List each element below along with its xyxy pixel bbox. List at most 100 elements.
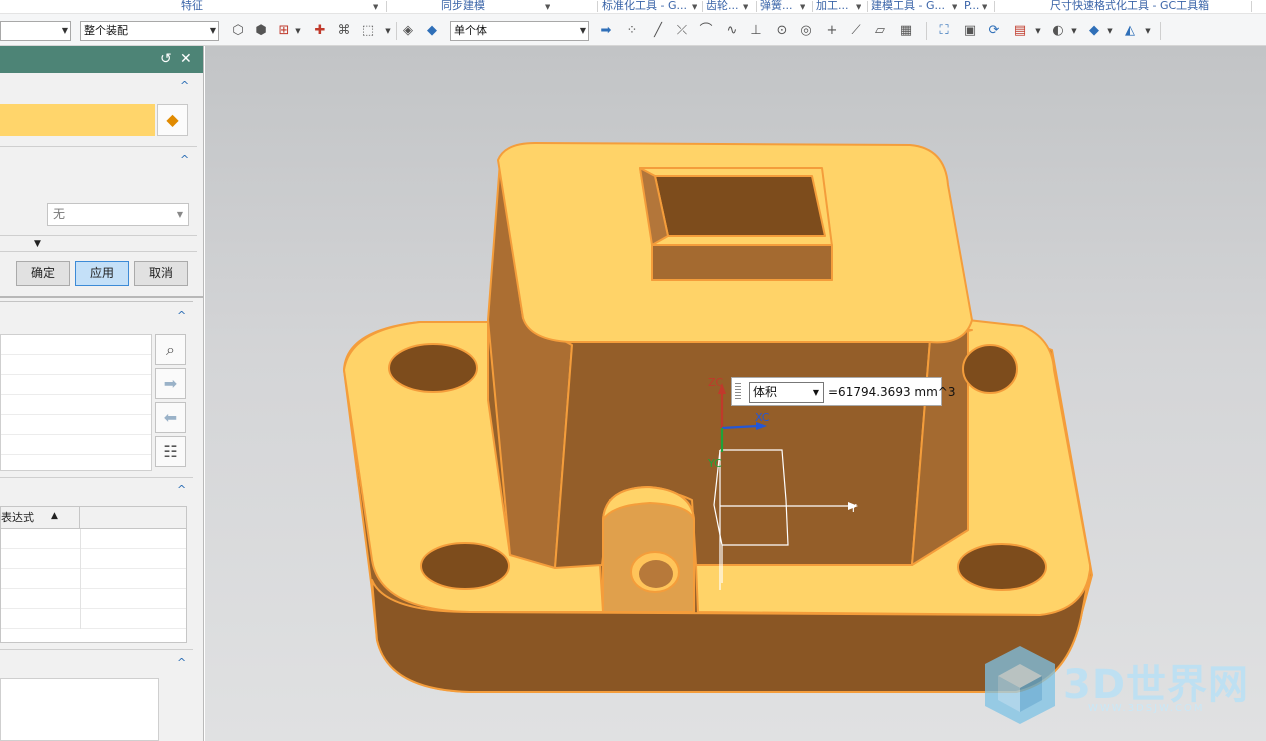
shading-icon[interactable]: ◐ xyxy=(1050,23,1066,39)
ribbon-group-sync-dropdown[interactable]: ▼ xyxy=(545,0,550,14)
list-item[interactable] xyxy=(1,335,151,355)
apply-button[interactable]: 应用 xyxy=(75,261,129,286)
circle-center-icon[interactable]: ⊙ xyxy=(774,23,790,39)
selection-scope-combo[interactable]: 整个装配 ▼ xyxy=(80,21,219,41)
arrow-right-icon[interactable]: ➡ xyxy=(598,23,614,39)
zc-axis-label: ZC xyxy=(708,376,724,389)
arrow-right-icon[interactable]: ➡ xyxy=(155,368,186,399)
select-feature-icon[interactable]: ⊞ xyxy=(276,23,292,39)
pocket-inner-front xyxy=(651,244,833,281)
object-list[interactable] xyxy=(0,334,152,471)
body-type-combo[interactable]: 单个体 ▼ xyxy=(450,21,589,41)
annotation-select[interactable]: 无 ▼ xyxy=(47,203,189,226)
ribbon-group-dimension-tools[interactable]: 尺寸快速格式化工具 - GC工具箱 xyxy=(1050,0,1209,14)
selection-toolbar: ▼ 整个装配 ▼ ⬡ ⬢ ⊞ ▼ ✚ ⌘ ⬚ ▼ ◈ ◆ 单个体 ▼ ➡ ⁘ ╱ ⤫… xyxy=(0,14,1266,46)
circle-point-icon[interactable]: ◎ xyxy=(798,23,814,39)
sort-ascending-icon[interactable]: ▲ xyxy=(51,511,58,521)
dialog-title-bar: ↺ ✕ xyxy=(0,46,203,73)
line-icon[interactable]: ╱ xyxy=(650,23,666,39)
zoom-window-icon[interactable]: ▣ xyxy=(962,23,978,39)
select-body-icon[interactable]: ◆ xyxy=(157,104,188,136)
select-point-icon[interactable]: ✚ xyxy=(312,23,328,39)
layout-icon[interactable]: ▤ xyxy=(1012,23,1028,39)
cube-view-icon[interactable]: ◆ xyxy=(1086,23,1102,39)
grid-icon[interactable]: ▦ xyxy=(898,23,914,39)
solid-box-icon[interactable]: ◆ xyxy=(424,23,440,39)
reset-icon[interactable]: ↺ xyxy=(160,51,172,67)
ribbon-group-spring[interactable]: 弹簧... xyxy=(760,0,796,14)
table-row[interactable] xyxy=(1,529,186,549)
type-filter-combo[interactable]: ▼ xyxy=(0,21,71,41)
watermark-text: 3D世界网 xyxy=(1063,662,1250,708)
list-item[interactable] xyxy=(1,395,151,415)
layout-dropdown[interactable]: ▼ xyxy=(1034,23,1042,39)
display-dropdown[interactable]: ▼ xyxy=(1144,23,1152,39)
scatter-points-icon[interactable]: ⁘ xyxy=(624,23,640,39)
ok-button[interactable]: 确定 xyxy=(16,261,70,286)
table-header: 表达式 ▲ xyxy=(1,507,186,529)
plus-icon[interactable]: + xyxy=(824,23,840,39)
select-feature-dropdown[interactable]: ▼ xyxy=(294,23,302,39)
ribbon-group-modeling-tools[interactable]: 建模工具 - G... xyxy=(871,0,949,14)
ribbon-group-p-dropdown[interactable]: ▼ xyxy=(982,0,987,14)
collapse-section-settings-icon[interactable]: ^ xyxy=(180,153,189,166)
arrow-left-icon[interactable]: ⬅ xyxy=(155,402,186,433)
table-row[interactable] xyxy=(1,589,186,609)
table-row[interactable] xyxy=(1,609,186,629)
rectangle-select-icon[interactable]: ⬚ xyxy=(360,23,376,39)
cube-view-dropdown[interactable]: ▼ xyxy=(1106,23,1114,39)
ribbon-group-spring-dropdown[interactable]: ▼ xyxy=(800,0,805,14)
collapse-section-expression-icon[interactable]: ^ xyxy=(177,483,186,496)
drag-handle[interactable] xyxy=(735,383,741,401)
snap-face-icon[interactable]: ⬢ xyxy=(253,23,269,39)
wireframe-box-icon[interactable]: ◈ xyxy=(400,23,416,39)
details-box[interactable] xyxy=(0,678,159,741)
close-icon[interactable]: ✕ xyxy=(180,51,192,67)
ribbon-group-gear-dropdown[interactable]: ▼ xyxy=(743,0,748,14)
yc-axis-label: YC xyxy=(707,457,722,470)
measure-type-select[interactable]: 体积 ▼ xyxy=(749,382,824,403)
display-icon[interactable]: ◭ xyxy=(1122,23,1138,39)
ribbon-group-p[interactable]: P... xyxy=(964,0,980,14)
face-icon[interactable]: ▱ xyxy=(872,23,888,39)
more-options-icon[interactable]: ▼ xyxy=(34,239,41,249)
fit-view-icon[interactable]: ⛶ xyxy=(936,23,952,39)
shading-dropdown[interactable]: ▼ xyxy=(1070,23,1078,39)
list-options-icon[interactable]: ☷ xyxy=(155,436,186,467)
ribbon-group-modeling-dropdown[interactable]: ▼ xyxy=(952,0,957,14)
ribbon-group-features-dropdown[interactable]: ▼ xyxy=(373,0,378,14)
ribbon-group-gear[interactable]: 齿轮... xyxy=(706,0,740,14)
list-item[interactable] xyxy=(1,415,151,435)
list-item[interactable] xyxy=(1,435,151,455)
collapse-section-list-icon[interactable]: ^ xyxy=(177,309,186,322)
ribbon-group-standard-tools[interactable]: 标准化工具 - G... xyxy=(602,0,690,14)
snap-body-icon[interactable]: ⬡ xyxy=(230,23,246,39)
measure-result-box[interactable]: 体积 ▼ =61794.3693 mm^3 xyxy=(731,377,955,406)
magnifier-icon[interactable]: ⌕ xyxy=(155,334,186,365)
table-row[interactable] xyxy=(1,549,186,569)
ribbon-group-machining[interactable]: 加工... xyxy=(816,0,852,14)
ribbon-group-bar: 特征 ▼ 同步建模 ▼ 标准化工具 - G... ▼ 齿轮... ▼ 弹簧...… xyxy=(0,0,1266,14)
line-cross-icon[interactable]: ⤫ xyxy=(674,23,690,39)
selected-object-field[interactable] xyxy=(0,104,155,136)
spline-icon[interactable]: ∿ xyxy=(724,23,740,39)
select-curve-icon[interactable]: ⌘ xyxy=(336,23,352,39)
list-item[interactable] xyxy=(1,355,151,375)
ribbon-group-machining-dropdown[interactable]: ▼ xyxy=(856,0,861,14)
expression-column-header[interactable]: 表达式 xyxy=(1,507,80,528)
rectangle-select-dropdown[interactable]: ▼ xyxy=(384,23,392,39)
diagonal-line-icon[interactable]: ⟋ xyxy=(848,23,864,39)
collapse-section-object-icon[interactable]: ^ xyxy=(180,79,189,92)
list-item[interactable] xyxy=(1,375,151,395)
tangent-icon[interactable]: ⊥ xyxy=(748,23,764,39)
ribbon-group-features[interactable]: 特征 xyxy=(181,0,203,14)
cancel-button[interactable]: 取消 xyxy=(134,261,188,286)
expression-table[interactable]: 表达式 ▲ xyxy=(0,506,187,643)
ribbon-group-sync-modeling[interactable]: 同步建模 xyxy=(441,0,485,14)
table-row[interactable] xyxy=(1,569,186,589)
refresh-icon[interactable]: ⟳ xyxy=(986,23,1002,39)
collapse-section-bottom-icon[interactable]: ^ xyxy=(177,656,186,669)
graphics-viewport[interactable]: ZC XC YC Y 体积 ▼ =61794.3693 mm^3 3D世界网 WW… xyxy=(205,46,1266,741)
ribbon-group-standard-dropdown[interactable]: ▼ xyxy=(692,0,697,14)
arc-icon[interactable]: ⌒ xyxy=(698,23,714,39)
